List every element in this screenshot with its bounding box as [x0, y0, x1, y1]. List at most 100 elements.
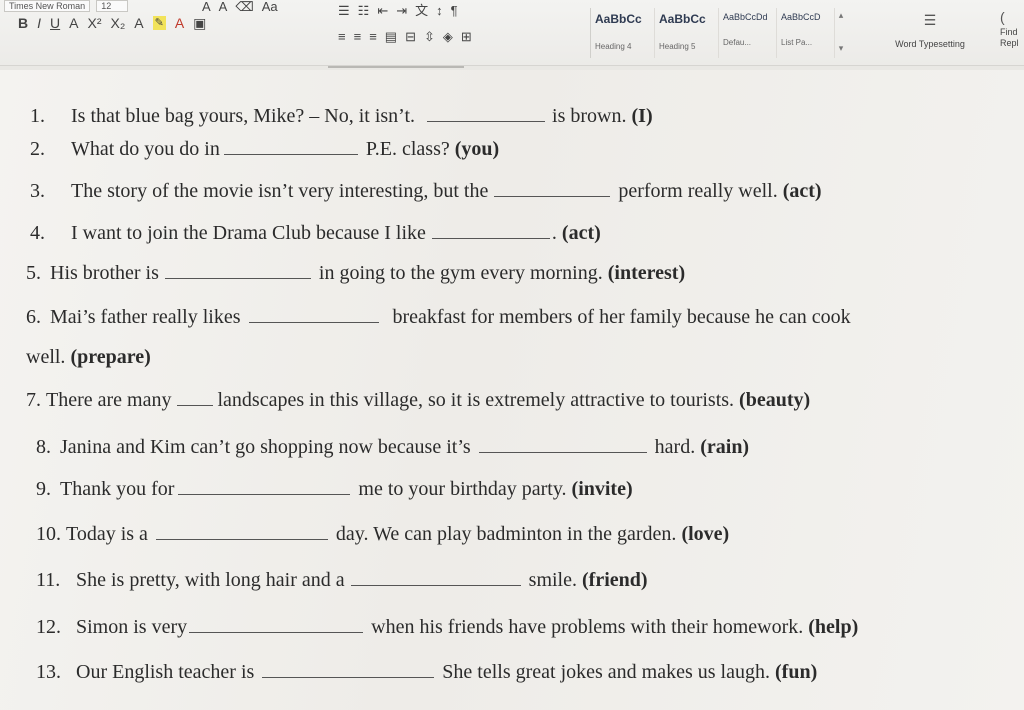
styles-scroll[interactable]: ▴ ▾: [835, 8, 847, 58]
word-hint: (fun): [775, 661, 818, 683]
highlight-icon[interactable]: ✎: [152, 16, 166, 30]
question-text: Simon is very: [76, 616, 188, 638]
question-4: 4. I want to join the Drama Club because …: [30, 221, 601, 245]
sort-icon[interactable]: ↕: [436, 4, 443, 18]
word-hint: (rain): [700, 436, 750, 458]
question-number: 10.: [36, 523, 61, 545]
font-size-dropdown[interactable]: 12: [96, 0, 129, 12]
grow-font-icon[interactable]: A: [202, 0, 211, 14]
italic-icon[interactable]: I: [37, 16, 41, 30]
find-replace-button[interactable]: ( Find Repl: [1000, 10, 1019, 49]
style-sample: AaBbCc: [595, 12, 642, 26]
line-spacing-icon[interactable]: ⇳: [424, 30, 435, 44]
superscript-icon[interactable]: X²: [87, 16, 101, 30]
font-name-dropdown[interactable]: Times New Roman: [4, 0, 91, 12]
ruler-indicator: [328, 66, 464, 69]
align-left-icon[interactable]: ≡: [338, 30, 346, 44]
text-effects-icon[interactable]: A: [134, 16, 143, 30]
question-13: 13. Our English teacher is She tells great…: [36, 660, 817, 684]
style-name: Heading 5: [659, 42, 696, 51]
chinese-layout-icon[interactable]: 文: [415, 4, 428, 18]
answer-blank[interactable]: [164, 261, 311, 279]
question-text: hard.: [654, 436, 696, 458]
answer-blank[interactable]: [431, 221, 550, 239]
font-format-tools: B I U A X² X₂ A ✎ A ▣: [18, 16, 206, 30]
bold-icon[interactable]: B: [18, 16, 28, 30]
style-name: Heading 4: [595, 42, 632, 51]
word-typesetting-button[interactable]: ☰ Word Typesetting: [880, 12, 980, 49]
find-label: Find: [1000, 27, 1018, 37]
answer-blank[interactable]: [178, 477, 351, 495]
borders-icon[interactable]: ⊞: [461, 30, 472, 44]
question-text: is brown.: [552, 105, 627, 127]
decrease-indent-icon[interactable]: ⇤: [377, 4, 388, 18]
answer-blank[interactable]: [155, 522, 328, 540]
question-text: Mai’s father really likes: [50, 306, 241, 328]
change-case-icon[interactable]: Aa: [262, 0, 278, 14]
char-border-icon[interactable]: ▣: [193, 16, 206, 30]
question-7: 7. There are many landscapes in this villa…: [26, 388, 810, 412]
question-text: What do you do in: [71, 138, 220, 160]
question-8: 8. Janina and Kim can’t go shopping now b…: [36, 435, 749, 459]
bullets-icon[interactable]: ☰: [338, 4, 350, 18]
answer-blank[interactable]: [494, 179, 611, 197]
question-text: landscapes in this village, so it is ext…: [217, 389, 735, 411]
document-page[interactable]: 1. Is that blue bag yours, Mike? – No, it…: [0, 70, 1024, 710]
increase-indent-icon[interactable]: ⇥: [396, 4, 407, 18]
strikethrough-icon[interactable]: A: [69, 16, 78, 30]
style-name: Defau...: [723, 38, 752, 47]
word-hint: (you): [454, 138, 500, 160]
question-number: 2.: [30, 138, 45, 160]
question-text: breakfast for members of her family beca…: [392, 306, 851, 328]
answer-blank[interactable]: [248, 305, 379, 323]
word-hint: (act): [782, 180, 822, 202]
style-name: List Pa...: [781, 38, 813, 47]
underline-icon[interactable]: U: [50, 16, 60, 30]
word-hint: (invite): [571, 478, 633, 500]
question-12: 12. Simon is very when his friends have pr…: [36, 615, 858, 639]
style-sample: AaBbCcDd: [723, 12, 768, 22]
question-text: I want to join the Drama Club because I …: [71, 222, 426, 244]
align-center-icon[interactable]: ≡: [354, 30, 362, 44]
answer-blank[interactable]: [177, 388, 214, 406]
question-text: The story of the movie isn’t very intere…: [71, 180, 489, 202]
question-9: 9. Thank you for me to your birthday party…: [36, 477, 633, 501]
numbering-icon[interactable]: ☷: [358, 4, 370, 18]
question-number: 7.: [26, 389, 41, 411]
question-number: 5.: [26, 262, 41, 284]
show-marks-icon[interactable]: ¶: [451, 4, 458, 18]
answer-blank[interactable]: [262, 660, 435, 678]
question-number: 6.: [26, 306, 41, 328]
answer-blank[interactable]: [427, 104, 546, 122]
question-text: His brother is: [50, 262, 159, 284]
word-hint: (interest): [607, 262, 686, 284]
answer-blank[interactable]: [350, 568, 521, 586]
question-number: 3.: [30, 180, 45, 202]
style-default[interactable]: AaBbCcDd Defau...: [719, 8, 777, 58]
clear-format-icon[interactable]: ⌫: [235, 0, 253, 14]
style-sample: AaBbCcD: [781, 12, 821, 22]
typesetting-icon: ☰: [923, 12, 937, 28]
question-text: Janina and Kim can’t go shopping now bec…: [60, 436, 471, 458]
style-sample: AaBbCc: [659, 12, 706, 26]
chevron-up-icon[interactable]: ▴: [835, 10, 847, 21]
question-number: 12.: [36, 616, 61, 638]
answer-blank[interactable]: [478, 435, 647, 453]
answer-blank[interactable]: [223, 137, 358, 155]
question-text: smile.: [528, 569, 577, 591]
subscript-icon[interactable]: X₂: [110, 16, 125, 30]
distribute-icon[interactable]: ⊟: [405, 30, 416, 44]
justify-icon[interactable]: ▤: [385, 30, 397, 44]
font-color-icon[interactable]: A: [175, 16, 184, 30]
style-heading-5[interactable]: AaBbCc Heading 5: [655, 8, 719, 58]
answer-blank[interactable]: [189, 615, 364, 633]
style-list-paragraph[interactable]: AaBbCcD List Pa...: [777, 8, 835, 58]
shrink-font-icon[interactable]: A: [219, 0, 228, 14]
question-text: She is pretty, with long hair and a: [76, 569, 345, 591]
question-1: 1. Is that blue bag yours, Mike? – No, it…: [30, 104, 653, 128]
shading-icon[interactable]: ◈: [443, 30, 453, 44]
align-right-icon[interactable]: ≡: [369, 30, 377, 44]
question-text: There are many: [46, 389, 172, 411]
style-heading-4[interactable]: AaBbCc Heading 4: [591, 8, 655, 58]
chevron-down-icon[interactable]: ▾: [835, 43, 847, 54]
